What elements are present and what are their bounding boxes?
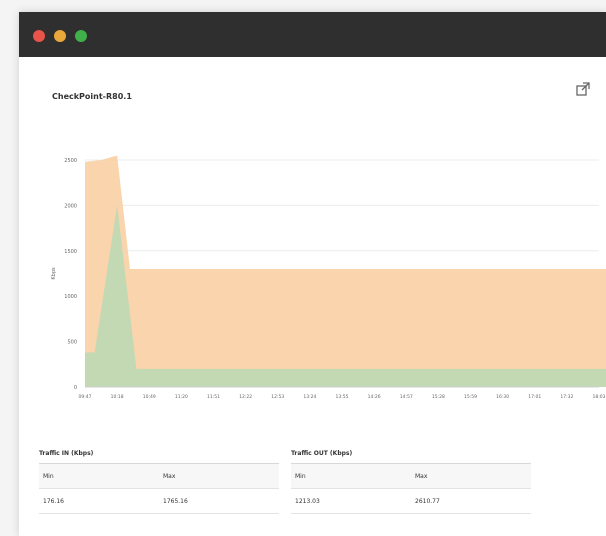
y-tick-label: 0 (74, 385, 77, 391)
traffic-out-max-header: Max (415, 472, 428, 480)
traffic-chart: 0 500 1000 1500 2000 2500 09:47 10:18 10:49 11:20… (51, 155, 606, 400)
y-tick-label: 2000 (64, 203, 77, 209)
x-tick-label: 11:51 (207, 394, 220, 400)
traffic-in-value-row: 176.16 1765.16 (39, 489, 279, 514)
traffic-out-min-value: 1213.03 (295, 497, 320, 505)
x-tick-label: 10:18 (111, 394, 124, 400)
traffic-out-header-row: Min Max (291, 464, 531, 489)
x-tick-label: 17:32 (560, 394, 573, 400)
traffic-out-min-header: Min (295, 472, 306, 480)
y-axis-label: Kbps (51, 267, 57, 280)
x-tick-label: 14:26 (368, 394, 381, 400)
x-tick-label: 13:24 (303, 394, 316, 400)
x-tick-label: 13:55 (336, 394, 349, 400)
traffic-in-header-row: Min Max (39, 464, 279, 489)
x-tick-label: 11:20 (175, 394, 188, 400)
traffic-in-max-value: 1765.16 (163, 497, 188, 505)
close-window-button[interactable] (33, 30, 45, 42)
traffic-out-value-row: 1213.03 2610.77 (291, 489, 531, 514)
y-tick-label: 2500 (64, 158, 77, 164)
x-tick-label: 15:28 (432, 394, 445, 400)
widget-title: CheckPoint-R80.1 (52, 92, 132, 101)
series-area (85, 155, 606, 387)
traffic-in-max-header: Max (163, 472, 176, 480)
traffic-out-table: Traffic OUT (Kbps) Min Max 1213.03 2610.… (291, 450, 531, 514)
x-tick-label: 18:03 (593, 394, 606, 400)
window-titlebar (19, 12, 606, 57)
y-tick-label: 1000 (64, 294, 77, 300)
traffic-in-title: Traffic IN (Kbps) (39, 450, 279, 464)
external-link-icon[interactable] (575, 81, 591, 97)
x-tick-label: 10:49 (143, 394, 156, 400)
x-tick-label: 12:53 (271, 394, 284, 400)
minimize-window-button[interactable] (54, 30, 66, 42)
y-tick-label: 1500 (64, 249, 77, 255)
x-tick-label: 17:01 (528, 394, 541, 400)
x-tick-label: 16:30 (496, 394, 509, 400)
traffic-in-min-header: Min (43, 472, 54, 480)
traffic-in-table: Traffic IN (Kbps) Min Max 176.16 1765.16 (39, 450, 279, 514)
app-window: CheckPoint-R80.1 0 500 1000 1500 2000 2500 09:… (19, 12, 606, 536)
x-tick-label: 15:59 (464, 394, 477, 400)
x-tick-label: 09:47 (79, 394, 92, 400)
traffic-in-min-value: 176.16 (43, 497, 64, 505)
x-tick-label: 14:57 (400, 394, 413, 400)
zoom-window-button[interactable] (75, 30, 87, 42)
traffic-out-max-value: 2610.77 (415, 497, 440, 505)
y-tick-label: 500 (67, 340, 77, 346)
x-tick-label: 12:22 (239, 394, 252, 400)
traffic-out-title: Traffic OUT (Kbps) (291, 450, 531, 464)
